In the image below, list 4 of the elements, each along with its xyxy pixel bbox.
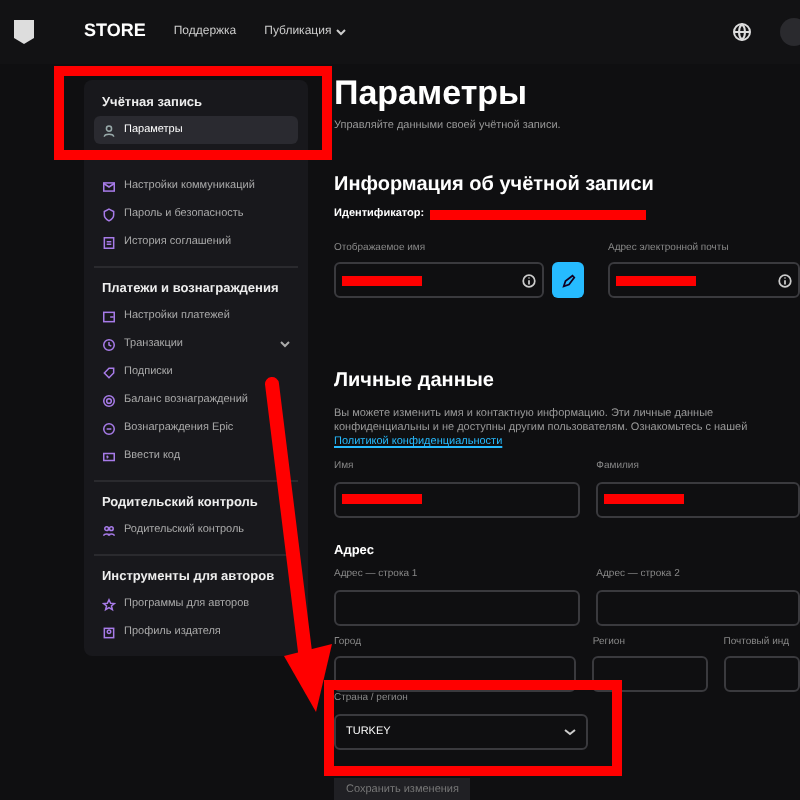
section-heading: Личные данные <box>334 368 496 396</box>
store-label[interactable]: STORE <box>84 18 146 46</box>
page-title: Параметры <box>334 72 530 116</box>
section-heading: Информация об учётной записи <box>334 172 656 201</box>
